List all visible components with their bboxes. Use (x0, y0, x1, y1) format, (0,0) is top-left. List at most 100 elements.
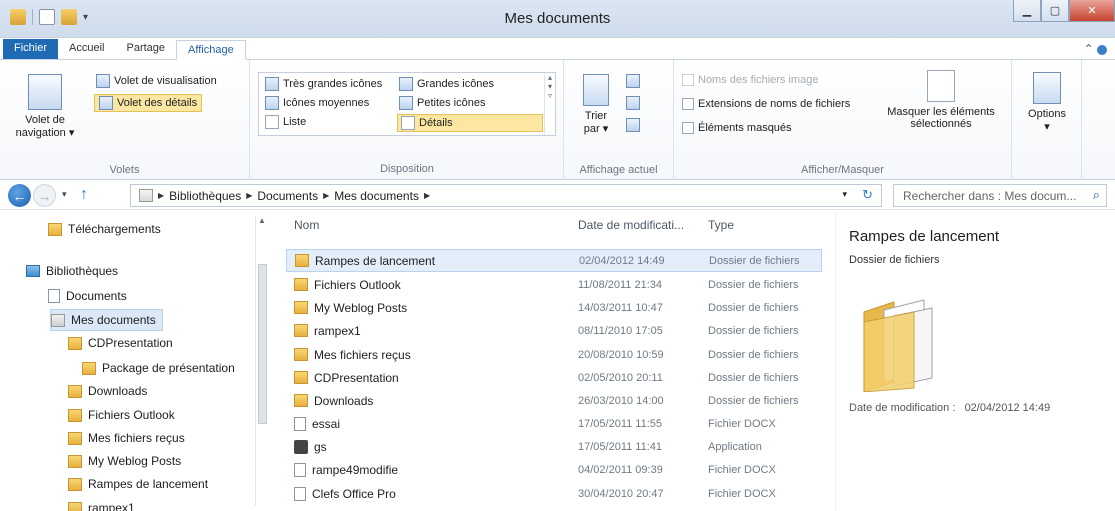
table-row[interactable]: Fichiers Outlook 11/08/2011 21:34 Dossie… (286, 273, 822, 296)
hide-selected-label: Masquer les éléments (887, 106, 995, 118)
size-columns-icon[interactable] (626, 118, 640, 132)
nav-item-label: CDPresentation (88, 336, 173, 350)
table-row[interactable]: gs 17/05/2011 11:41 Application (286, 435, 822, 458)
column-header-date[interactable]: Date de modificati... (578, 218, 684, 232)
folder-icon (294, 301, 308, 314)
address-bar[interactable]: ▶ Bibliothèques ▶ Documents ▶ Mes docume… (130, 184, 882, 207)
file-name: Fichiers Outlook (314, 277, 401, 292)
group-panes: Volet de navigation ▾ Volet de visualisa… (0, 60, 250, 180)
up-arrow-icon[interactable]: ↑ (80, 186, 88, 204)
scrollbar-thumb[interactable] (258, 264, 267, 424)
folder-icon (68, 336, 82, 350)
file-date: 20/08/2010 10:59 (578, 348, 664, 361)
extensions-checkbox[interactable]: Extensions de noms de fichiers (682, 98, 850, 110)
preview-pane-label: Volet de visualisation (114, 75, 217, 87)
hidden-items-checkbox[interactable]: Éléments masqués (682, 122, 792, 134)
layout-small-icons[interactable]: Petites icônes (399, 96, 485, 110)
breadcrumb-separator-icon[interactable]: ▶ (424, 191, 430, 200)
ribbon-collapse-icon[interactable]: ⌃ (1084, 42, 1107, 56)
file-date: 30/04/2010 20:47 (578, 487, 664, 500)
breadcrumb-separator-icon[interactable]: ▶ (246, 191, 252, 200)
details-pane-button[interactable]: Volet des détails (94, 94, 203, 112)
nav-item-package-presentation[interactable]: Package de présentation (82, 357, 235, 379)
nav-item-rampes-de-lancement[interactable]: Rampes de lancement (68, 473, 208, 495)
tab-share[interactable]: Partage (115, 39, 176, 59)
preview-pane-button[interactable]: Volet de visualisation (96, 74, 217, 88)
location-icon (139, 189, 153, 202)
file-type: Dossier de fichiers (708, 301, 799, 314)
nav-item-libraries[interactable]: Bibliothèques (26, 260, 118, 282)
group-label-panes: Volets (109, 164, 140, 176)
layout-list[interactable]: Liste (265, 115, 306, 129)
table-row[interactable]: Rampes de lancement 02/04/2012 14:49 Dos… (286, 249, 822, 272)
tab-view[interactable]: Affichage (176, 40, 246, 60)
gallery-scroll[interactable]: ▴ ▾ ▿ (544, 73, 555, 135)
options-button[interactable]: Options ▾ (1020, 72, 1074, 133)
table-row[interactable]: Clefs Office Pro 30/04/2010 20:47 Fichie… (286, 482, 822, 505)
file-name: rampe49modifie (312, 462, 399, 477)
search-icon[interactable]: ⌕ (1093, 187, 1100, 203)
nav-item-downloads[interactable]: Downloads (68, 380, 147, 402)
nav-item-mes-fichiers-recus[interactable]: Mes fichiers reçus (68, 427, 185, 449)
recent-locations-icon[interactable]: ▾ (62, 189, 67, 200)
add-columns-icon[interactable] (626, 96, 640, 110)
scroll-up-icon[interactable]: ▲ (256, 216, 268, 225)
layout-large-icons[interactable]: Grandes icônes (399, 77, 494, 91)
breadcrumb-my-documents[interactable]: Mes documents (334, 189, 419, 203)
minimize-button[interactable]: ▁ (1013, 0, 1041, 22)
layout-medium-icons[interactable]: Icônes moyennes (265, 96, 369, 110)
layout-extra-large-icons[interactable]: Très grandes icônes (265, 77, 382, 91)
details-type: Dossier de fichiers (849, 254, 940, 266)
navigation-pane: Téléchargements Bibliothèques Documents … (0, 212, 270, 511)
nav-item-my-weblog-posts[interactable]: My Weblog Posts (68, 450, 181, 472)
tab-home[interactable]: Accueil (58, 39, 115, 59)
breadcrumb-separator-icon[interactable]: ▶ (158, 191, 164, 200)
close-button[interactable]: ✕ (1069, 0, 1115, 22)
file-name: My Weblog Posts (314, 300, 408, 315)
back-button[interactable]: ← (8, 184, 31, 207)
nav-item-my-documents[interactable]: Mes documents (50, 309, 163, 331)
nav-item-label: Bibliothèques (46, 264, 119, 278)
table-row[interactable]: rampe49modifie 04/02/2011 09:39 Fichier … (286, 458, 822, 481)
help-icon[interactable] (1097, 44, 1107, 55)
table-row[interactable]: Downloads 26/03/2010 14:00 Dossier de fi… (286, 389, 822, 412)
nav-item-documents[interactable]: Documents (48, 285, 127, 307)
group-show-hide: Noms des fichiers image Extensions de no… (674, 60, 1012, 180)
forward-button[interactable]: → (33, 184, 56, 207)
file-name: CDPresentation (314, 370, 399, 385)
nav-item-rampex1[interactable]: rampex1 (68, 497, 135, 511)
explorer-window: ▾ Mes documents ▁ ▢ ✕ Fichier Accueil Pa… (0, 0, 1115, 511)
column-header-type[interactable]: Type (708, 218, 734, 232)
table-row[interactable]: essai 17/05/2011 11:55 Fichier DOCX (286, 412, 822, 435)
address-history-icon[interactable]: ▾ (842, 189, 847, 200)
navigation-scrollbar[interactable]: ▲ (255, 216, 268, 506)
layout-details[interactable]: Détails (397, 114, 543, 132)
breadcrumb-documents[interactable]: Documents (257, 189, 318, 203)
table-row[interactable]: CDPresentation 02/05/2010 20:11 Dossier … (286, 366, 822, 389)
nav-item-telechargements[interactable]: Téléchargements (48, 218, 161, 240)
search-input[interactable]: Rechercher dans : Mes docum... ⌕ (893, 184, 1107, 207)
details-icon (401, 116, 415, 130)
image-names-checkbox[interactable]: Noms des fichiers image (682, 74, 818, 86)
medium-icons-icon (265, 96, 279, 110)
table-row[interactable]: rampex1 08/11/2010 17:05 Dossier de fich… (286, 319, 822, 342)
tab-file[interactable]: Fichier (3, 39, 59, 59)
navigation-pane-button[interactable]: Volet de navigation ▾ (10, 74, 80, 139)
sort-by-button[interactable]: Trier par ▾ (578, 74, 614, 135)
file-date: 02/05/2010 20:11 (578, 371, 663, 384)
refresh-icon[interactable]: ↻ (862, 187, 873, 203)
large-folder-icon (863, 299, 933, 392)
hide-selected-button[interactable]: Masquer les éléments sélectionnés (882, 70, 1000, 130)
details-modified: Date de modification : 02/04/2012 14:49 (849, 402, 1050, 414)
nav-item-cdpresentation[interactable]: CDPresentation (68, 332, 173, 354)
navigation-pane-icon (28, 74, 62, 110)
nav-item-fichiers-outlook[interactable]: Fichiers Outlook (68, 404, 175, 426)
maximize-button[interactable]: ▢ (1041, 0, 1069, 22)
breadcrumb-separator-icon[interactable]: ▶ (323, 191, 329, 200)
table-row[interactable]: My Weblog Posts 14/03/2011 10:47 Dossier… (286, 296, 822, 319)
column-header-name[interactable]: Nom (294, 218, 319, 232)
table-row[interactable]: Mes fichiers reçus 20/08/2010 10:59 Doss… (286, 343, 822, 366)
window-title: Mes documents (504, 10, 611, 27)
breadcrumb-libraries[interactable]: Bibliothèques (169, 189, 241, 203)
group-by-icon[interactable] (626, 74, 640, 88)
